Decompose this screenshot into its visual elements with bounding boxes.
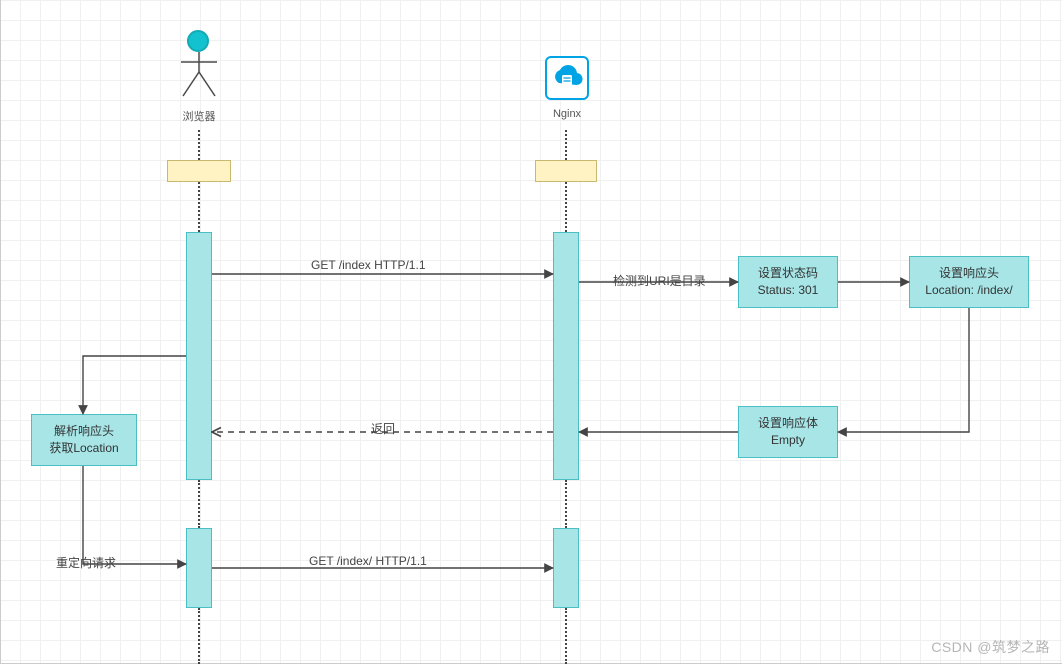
watermark: CSDN @筑梦之路 xyxy=(931,637,1050,657)
browser-lifeline-4 xyxy=(198,608,200,664)
status-line2: Status: 301 xyxy=(758,282,819,299)
browser-lifeline-2 xyxy=(198,182,200,232)
parse-line2: 获取Location xyxy=(49,440,118,457)
parse-box: 解析响应头 获取Location xyxy=(31,414,137,466)
msg-get2: GET /index/ HTTP/1.1 xyxy=(309,554,427,568)
nginx-lifeline-1 xyxy=(565,130,567,160)
header-box: 设置响应头 Location: /index/ xyxy=(909,256,1029,308)
nginx-icon xyxy=(545,56,589,100)
actor-browser-label: 浏览器 xyxy=(169,108,229,124)
msg-get1: GET /index HTTP/1.1 xyxy=(311,258,426,272)
arrows-overlay xyxy=(1,0,1062,664)
actor-browser-body xyxy=(177,52,221,102)
msg-return: 返回 xyxy=(371,420,395,437)
msg-uri-dir: 检测到URI是目录 xyxy=(613,272,706,289)
actor-browser-head xyxy=(187,30,209,52)
nginx-lifeline-3 xyxy=(565,480,567,528)
browser-activation-head xyxy=(167,160,231,182)
nginx-label: Nginx xyxy=(541,108,593,120)
nginx-activation-2 xyxy=(553,528,579,608)
nginx-activation-head xyxy=(535,160,597,182)
nginx-activation-1 xyxy=(553,232,579,480)
body-line1: 设置响应体 xyxy=(758,415,818,432)
status-box: 设置状态码 Status: 301 xyxy=(738,256,838,308)
body-box: 设置响应体 Empty xyxy=(738,406,838,458)
body-line2: Empty xyxy=(771,432,805,449)
browser-lifeline-1 xyxy=(198,130,200,160)
header-line2: Location: /index/ xyxy=(925,282,1012,299)
nginx-lifeline-2 xyxy=(565,182,567,232)
status-line1: 设置状态码 xyxy=(758,265,818,282)
browser-activation-1 xyxy=(186,232,212,480)
parse-line1: 解析响应头 xyxy=(54,423,114,440)
nginx-lifeline-4 xyxy=(565,608,567,664)
browser-activation-2 xyxy=(186,528,212,608)
header-line1: 设置响应头 xyxy=(939,265,999,282)
msg-redirect: 重定向请求 xyxy=(56,554,116,571)
browser-lifeline-3 xyxy=(198,480,200,528)
